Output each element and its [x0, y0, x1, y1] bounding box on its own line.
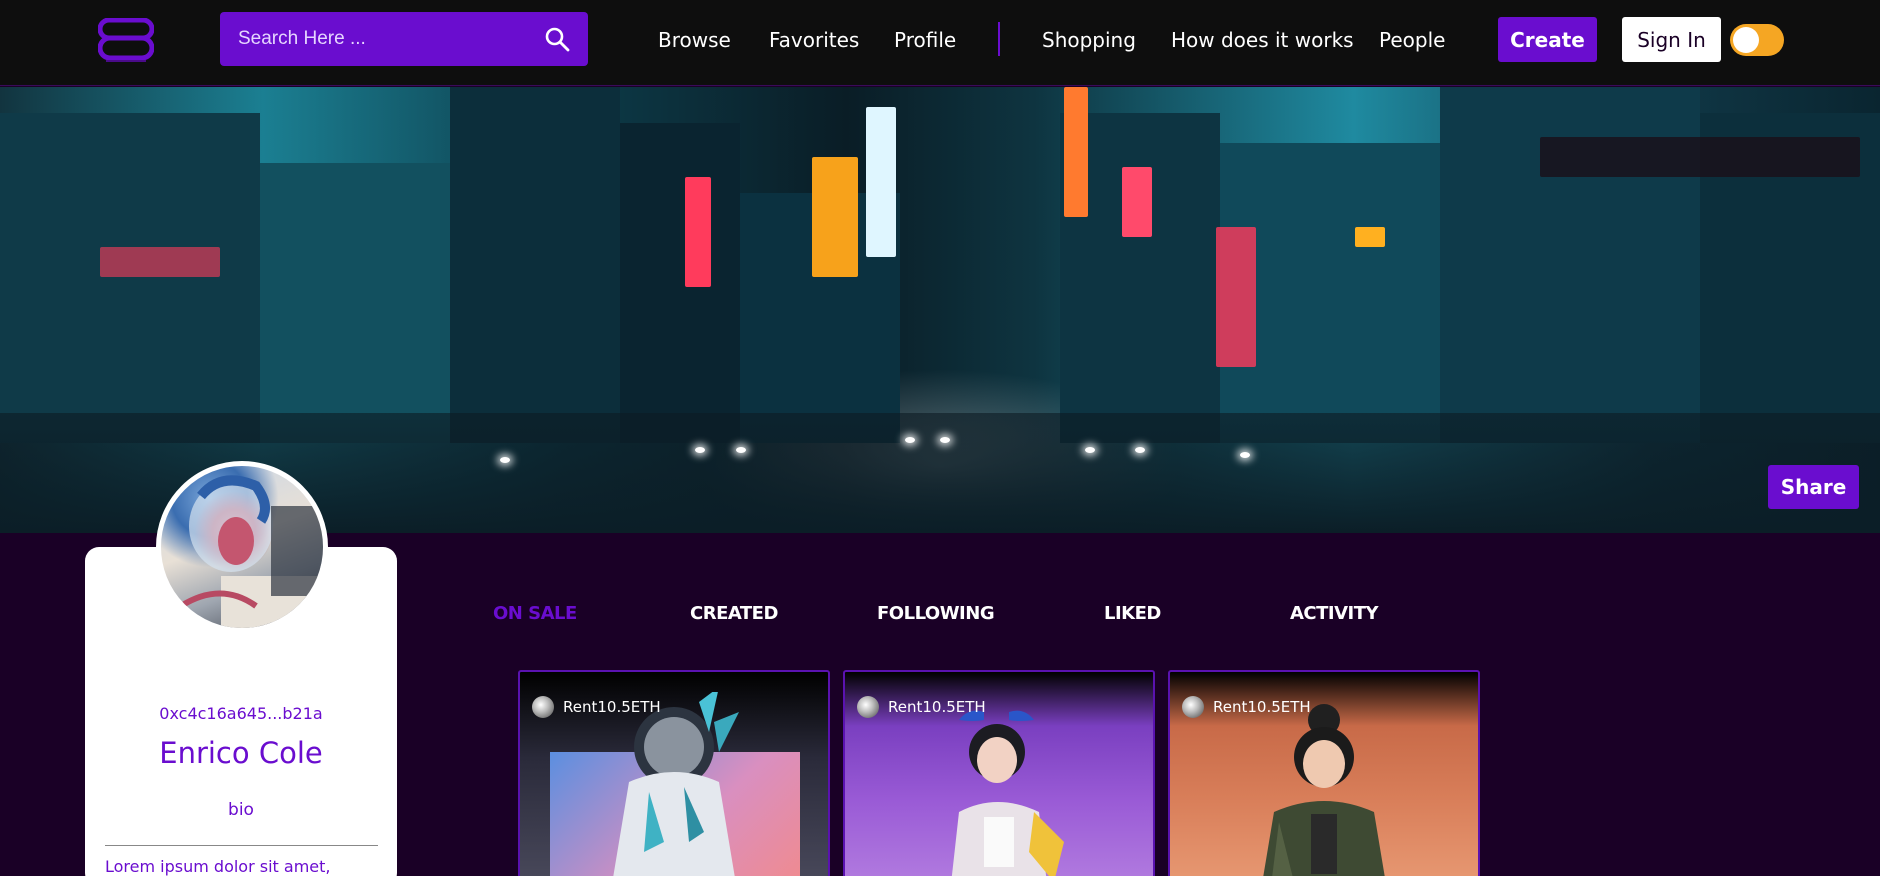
nav-people[interactable]: People [1379, 28, 1445, 52]
bio-text: Lorem ipsum dolor sit amet, [105, 857, 331, 876]
car-light [736, 447, 746, 453]
astronaut-icon [613, 692, 739, 876]
search-bar [220, 12, 588, 66]
neon-sign [1122, 167, 1152, 237]
share-button[interactable]: Share [1768, 465, 1859, 509]
nav-profile[interactable]: Profile [894, 28, 956, 52]
owner-avatar-icon [857, 696, 879, 718]
nav-how-it-works[interactable]: How does it works [1171, 28, 1354, 52]
nft-meta: Rent10.5ETH [532, 696, 661, 718]
toggle-knob [1733, 27, 1759, 53]
profile-avatar[interactable] [156, 461, 328, 633]
neon-sign [1355, 227, 1385, 247]
neon-sign [685, 177, 711, 287]
nav-divider [998, 22, 1000, 56]
banner-building [450, 87, 620, 443]
tab-on-sale[interactable]: ON SALE [493, 603, 577, 624]
nav-shopping[interactable]: Shopping [1042, 28, 1136, 52]
nft-price: Rent10.5ETH [1213, 698, 1311, 716]
banner-building [0, 113, 260, 443]
bio-label: bio [228, 800, 254, 820]
profile-banner [0, 87, 1880, 533]
banner-building [620, 123, 740, 443]
neon-sign [1216, 227, 1256, 367]
search-icon[interactable] [544, 26, 570, 52]
nft-card[interactable]: Rent10.5ETH [1168, 670, 1480, 876]
car-light [1135, 447, 1145, 453]
nft-price: Rent10.5ETH [888, 698, 986, 716]
car-light [905, 437, 915, 443]
banner-building [260, 163, 450, 443]
logo-icon[interactable] [98, 18, 154, 64]
nft-meta: Rent10.5ETH [857, 696, 986, 718]
neon-sign [100, 247, 220, 277]
car-light [695, 447, 705, 453]
theme-toggle[interactable] [1730, 24, 1784, 56]
anime-girl-icon [1263, 704, 1385, 876]
tab-liked[interactable]: LIKED [1104, 603, 1161, 624]
wallet-address[interactable]: 0xc4c16a645...b21a [85, 704, 397, 723]
car-light [1240, 452, 1250, 458]
profile-name: Enrico Cole [159, 736, 323, 770]
car-light [940, 437, 950, 443]
search-input[interactable] [238, 28, 544, 50]
owner-avatar-icon [532, 696, 554, 718]
nft-card[interactable]: Rent10.5ETH [518, 670, 830, 876]
tab-following[interactable]: FOLLOWING [877, 603, 995, 624]
car-light [1085, 447, 1095, 453]
tab-created[interactable]: CREATED [690, 603, 778, 624]
top-header: Browse Favorites Profile Shopping How do… [0, 0, 1880, 86]
neon-sign [1540, 137, 1860, 177]
owner-avatar-icon [1182, 696, 1204, 718]
car-light [500, 457, 510, 463]
anime-girl-icon [951, 710, 1064, 876]
nav-favorites[interactable]: Favorites [769, 28, 859, 52]
card-divider [105, 845, 378, 846]
nft-card[interactable]: Rent10.5ETH [843, 670, 1155, 876]
neon-sign [866, 107, 896, 257]
neon-sign [812, 157, 858, 277]
create-button[interactable]: Create [1498, 17, 1597, 62]
sign-in-button[interactable]: Sign In [1622, 17, 1721, 62]
neon-sign [1064, 87, 1088, 217]
nft-meta: Rent10.5ETH [1182, 696, 1311, 718]
nft-price: Rent10.5ETH [563, 698, 661, 716]
tab-activity[interactable]: ACTIVITY [1290, 603, 1379, 624]
nav-browse[interactable]: Browse [658, 28, 731, 52]
